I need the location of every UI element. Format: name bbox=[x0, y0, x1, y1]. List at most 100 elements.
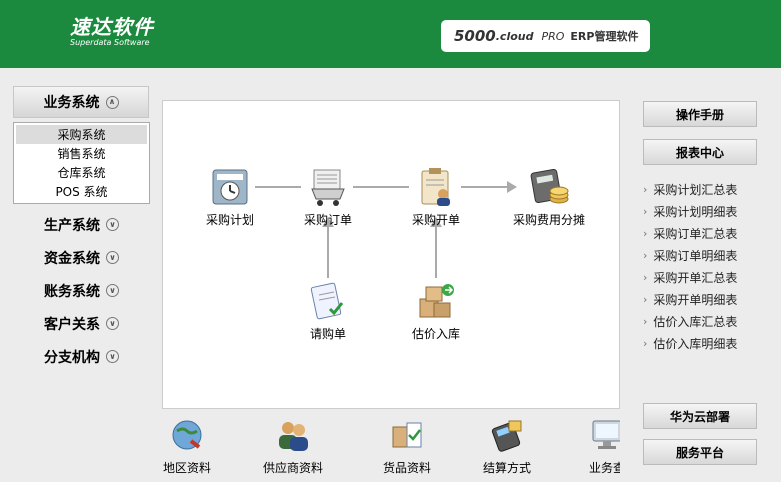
submenu-item-warehouse[interactable]: 仓库系统 bbox=[16, 163, 147, 182]
logo-sub-text: Superdata Software bbox=[70, 38, 150, 47]
flow-purchase-request[interactable]: 请购单 bbox=[283, 281, 373, 342]
users-icon bbox=[279, 422, 308, 451]
monitor-icon bbox=[592, 420, 620, 449]
chevron-right-icon: › bbox=[643, 182, 648, 196]
product-erp: ERP管理软件 bbox=[570, 30, 639, 43]
report-link[interactable]: › 估价入库明细表 bbox=[643, 332, 737, 354]
goods-box-icon bbox=[392, 422, 422, 448]
report-center-button[interactable]: 报表中心 bbox=[643, 139, 757, 165]
nav-item-funds[interactable]: 资金系统 ∨ bbox=[13, 241, 150, 274]
bottom-item-region[interactable]: 地区资料 bbox=[162, 417, 232, 476]
flow-purchase-invoice[interactable]: 采购开单 bbox=[391, 167, 481, 228]
flow-label: 采购开单 bbox=[411, 213, 460, 227]
report-label: 采购计划明细表 bbox=[653, 204, 738, 219]
flow-label: 采购订单 bbox=[303, 213, 352, 227]
product-pro: PRO bbox=[541, 29, 565, 43]
nav-item-accounting[interactable]: 账务系统 ∨ bbox=[13, 274, 150, 307]
globe-icon bbox=[172, 420, 202, 450]
report-label: 采购订单汇总表 bbox=[653, 226, 738, 241]
bottom-toolbar: 地区资料 供应商资料 货品资料 结算方式 业务查 bbox=[162, 409, 620, 482]
nav-business-label: 业务系统 bbox=[43, 95, 100, 111]
calendar-clock-icon bbox=[210, 167, 250, 207]
clipboard-user-icon bbox=[416, 167, 456, 207]
report-link[interactable]: › 采购订单汇总表 bbox=[643, 222, 737, 244]
bottom-label: 结算方式 bbox=[482, 461, 531, 475]
flow-purchase-plan[interactable]: 采购计划 bbox=[185, 167, 275, 228]
nav-item-label: 分支机构 bbox=[44, 349, 100, 366]
report-label: 估价入库汇总表 bbox=[653, 314, 738, 329]
chevron-down-icon: ∨ bbox=[106, 350, 119, 363]
report-label: 采购开单明细表 bbox=[653, 292, 738, 307]
report-label: 采购开单汇总表 bbox=[653, 270, 738, 285]
bottom-label: 货品资料 bbox=[382, 461, 431, 475]
report-link[interactable]: › 采购开单汇总表 bbox=[643, 266, 737, 288]
report-link[interactable]: › 估价入库汇总表 bbox=[643, 310, 737, 332]
bottom-label: 地区资料 bbox=[162, 461, 211, 475]
submenu-item-pos[interactable]: POS 系统 bbox=[16, 182, 147, 201]
left-nav: 业务系统 ∧ 采购系统 销售系统 仓库系统 POS 系统 生产系统 ∨ 资金系统 ∨… bbox=[13, 86, 150, 373]
service-platform-button[interactable]: 服务平台 bbox=[643, 439, 757, 465]
chevron-right-icon: › bbox=[643, 270, 648, 284]
huawei-cloud-button[interactable]: 华为云部署 bbox=[643, 403, 757, 429]
report-link[interactable]: › 采购订单明细表 bbox=[643, 244, 737, 266]
report-link[interactable]: › 采购计划汇总表 bbox=[643, 178, 737, 200]
clipboard-check-icon bbox=[308, 281, 348, 321]
chevron-down-icon: ∨ bbox=[106, 251, 119, 264]
flow-label: 请购单 bbox=[309, 327, 346, 341]
nav-item-label: 生产系统 bbox=[44, 217, 100, 234]
report-label: 采购订单明细表 bbox=[653, 248, 738, 263]
boxes-icon bbox=[416, 281, 456, 321]
report-label: 采购计划汇总表 bbox=[653, 182, 738, 197]
report-link[interactable]: › 采购计划明细表 bbox=[643, 200, 737, 222]
chevron-down-icon: ∨ bbox=[106, 218, 119, 231]
pos-terminal-icon bbox=[491, 420, 522, 452]
bottom-item-goods[interactable]: 货品资料 bbox=[362, 417, 452, 476]
bottom-item-query[interactable]: 业务查 bbox=[562, 417, 620, 476]
nav-item-branch[interactable]: 分支机构 ∨ bbox=[13, 340, 150, 373]
workflow-panel: 采购计划 采购订单 采购开单 采购费用分摊 请购单 估价入库 bbox=[162, 100, 620, 409]
submenu-item-sales[interactable]: 销售系统 bbox=[16, 144, 147, 163]
right-column: 操作手册 报表中心 bbox=[643, 101, 757, 165]
flow-arrow bbox=[327, 223, 329, 278]
chevron-up-icon: ∧ bbox=[105, 95, 119, 109]
chevron-right-icon: › bbox=[643, 248, 648, 262]
bottom-label: 供应商资料 bbox=[262, 461, 323, 475]
submenu-item-purchase[interactable]: 采购系统 bbox=[16, 125, 147, 144]
nav-item-label: 账务系统 bbox=[44, 283, 100, 300]
submenu: 采购系统 销售系统 仓库系统 POS 系统 bbox=[13, 122, 150, 204]
flow-purchase-order[interactable]: 采购订单 bbox=[283, 167, 373, 228]
nav-item-label: 资金系统 bbox=[44, 250, 100, 267]
product-cloud: .cloud bbox=[495, 29, 534, 43]
flow-arrow bbox=[435, 223, 437, 278]
report-list: › 采购计划汇总表 › 采购计划明细表 › 采购订单汇总表 › 采购订单明细表 › 采购开… bbox=[643, 178, 737, 354]
flow-label: 采购费用分摊 bbox=[512, 213, 585, 227]
chevron-right-icon: › bbox=[643, 292, 648, 306]
bottom-label: 业务查 bbox=[588, 461, 620, 475]
chevron-right-icon: › bbox=[643, 314, 648, 328]
report-link[interactable]: › 采购开单明细表 bbox=[643, 288, 737, 310]
chevron-down-icon: ∨ bbox=[106, 284, 119, 297]
manual-button[interactable]: 操作手册 bbox=[643, 101, 757, 127]
chevron-right-icon: › bbox=[643, 226, 648, 240]
header-bar: 速达软件 Superdata Software 5000 .cloud PRO E… bbox=[0, 0, 781, 68]
chevron-right-icon: › bbox=[643, 336, 648, 350]
nav-business-system[interactable]: 业务系统 ∧ bbox=[13, 86, 149, 118]
nav-item-production[interactable]: 生产系统 ∨ bbox=[13, 208, 150, 241]
bottom-item-supplier[interactable]: 供应商资料 bbox=[248, 417, 338, 476]
logo-main-text: 速达软件 bbox=[70, 15, 154, 39]
flow-label: 采购计划 bbox=[205, 213, 254, 227]
cart-icon bbox=[308, 167, 348, 207]
product-number: 5000 bbox=[454, 27, 496, 45]
nav-item-crm[interactable]: 客户关系 ∨ bbox=[13, 307, 150, 340]
bottom-item-settlement[interactable]: 结算方式 bbox=[462, 417, 552, 476]
flow-purchase-cost[interactable]: 采购费用分摊 bbox=[489, 167, 609, 228]
nav-item-label: 客户关系 bbox=[44, 316, 100, 333]
chevron-down-icon: ∨ bbox=[106, 317, 119, 330]
report-label: 估价入库明细表 bbox=[653, 336, 738, 351]
flow-estimate-stock-in[interactable]: 估价入库 bbox=[391, 281, 481, 342]
chevron-right-icon: › bbox=[643, 204, 648, 218]
product-badge: 5000 .cloud PRO ERP管理软件 bbox=[441, 20, 650, 52]
calculator-coins-icon bbox=[529, 167, 569, 207]
company-logo: 速达软件 Superdata Software bbox=[70, 16, 154, 48]
flow-label: 估价入库 bbox=[411, 327, 460, 341]
